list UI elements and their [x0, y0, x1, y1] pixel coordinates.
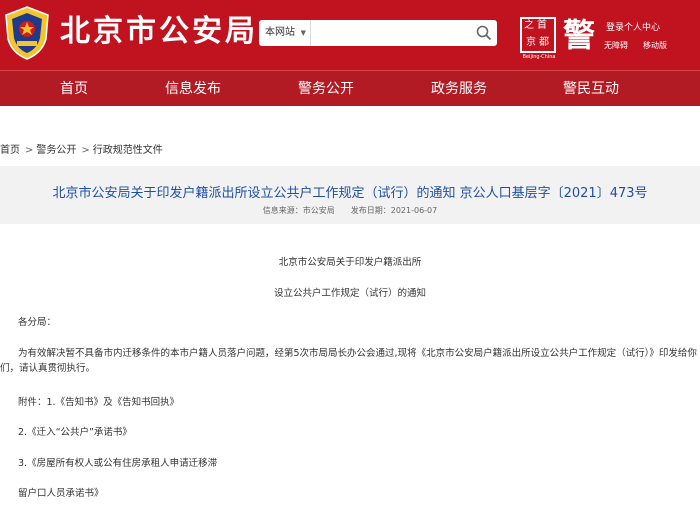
- chevron-down-icon: ▼: [300, 29, 306, 37]
- breadcrumb-separator: >: [25, 145, 34, 156]
- article-date: 发布日期：2021-06-07: [350, 206, 438, 215]
- logo-caption: Beijing·China: [522, 54, 556, 60]
- breadcrumb-police-affairs[interactable]: 警务公开: [36, 145, 76, 156]
- search-scope-label: 本网站: [265, 27, 295, 38]
- attachment-3: 3.《房屋所有权人或公有住房承租人申请迁移滞: [18, 458, 218, 469]
- breadcrumb-home[interactable]: 首页: [0, 145, 20, 156]
- article-salutation: 各分局：: [18, 317, 57, 328]
- logo-glyph: 之: [524, 20, 534, 31]
- beijing-capital-logo[interactable]: 之 首 京 都: [520, 17, 556, 53]
- attachment-1: 附件：1.《告知书》及《告知书回执》: [18, 397, 180, 408]
- article-heading-line2: 设立公共户工作规定（试行）的通知: [273, 288, 426, 299]
- nav-item-services[interactable]: 政务服务: [431, 71, 487, 107]
- search-bar: 本网站 ▼: [259, 20, 497, 46]
- site-title[interactable]: 北京市公安局: [60, 12, 258, 52]
- search-icon[interactable]: [471, 20, 497, 46]
- nav-item-news[interactable]: 信息发布: [165, 71, 221, 107]
- attachment-3-continued: 留户口人员承诺书》: [18, 488, 104, 499]
- article-paragraph-line1: 为有效解决暂不具备市内迁移条件的本市户籍人员落户问题，经第5次市局局长办公会通过…: [18, 348, 697, 359]
- search-scope-select[interactable]: 本网站 ▼: [259, 20, 311, 46]
- police-logo[interactable]: 警: [560, 16, 598, 54]
- user-center-link[interactable]: 登录个人中心: [606, 20, 660, 33]
- breadcrumb: 首页 > 警务公开 > 行政规范性文件: [0, 141, 165, 156]
- logo-glyph: 京: [526, 37, 536, 48]
- nav-item-interaction[interactable]: 警民互动: [563, 71, 619, 107]
- logo-glyph: 首: [537, 20, 547, 31]
- site-header: 北京市公安局 本网站 ▼ 之 首 京 都 Beijing·China 警 登录个…: [0, 0, 700, 70]
- search-input[interactable]: [312, 20, 472, 46]
- nav-item-home[interactable]: 首页: [60, 71, 88, 107]
- article-meta: 信息来源：市公安局 发布日期：2021-06-07: [0, 205, 700, 216]
- article-heading-line1: 北京市公安局关于印发户籍派出所: [278, 257, 422, 268]
- attachment-2: 2.《迁入“公共户”承诺书》: [18, 427, 132, 438]
- breadcrumb-current[interactable]: 行政规范性文件: [93, 145, 163, 156]
- mobile-version-link[interactable]: 移动版: [643, 40, 667, 51]
- article-title: 北京市公安局关于印发户籍派出所设立公共户工作规定（试行）的通知 京公人口基层字〔…: [52, 186, 648, 201]
- logo-glyph: 都: [539, 37, 549, 48]
- accessibility-link[interactable]: 无障碍: [604, 40, 628, 51]
- nav-item-police-affairs[interactable]: 警务公开: [298, 71, 354, 107]
- main-nav: 首页 信息发布 警务公开 政务服务 警民互动: [0, 70, 700, 106]
- article-source: 信息来源：市公安局: [262, 206, 335, 215]
- police-emblem-icon[interactable]: [2, 5, 52, 61]
- breadcrumb-separator: >: [81, 145, 90, 156]
- article-paragraph-line2: 们，请认真贯彻执行。: [0, 363, 96, 374]
